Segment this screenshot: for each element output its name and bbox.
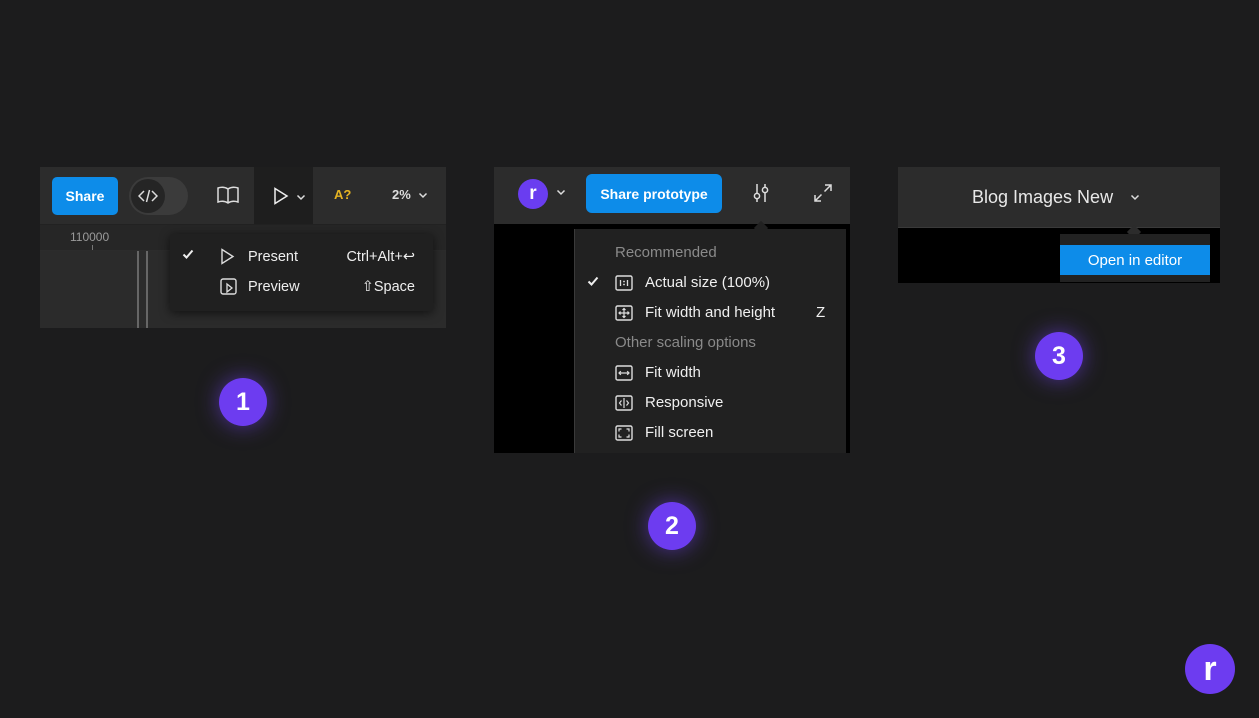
menu-item-present[interactable]: Present Ctrl+Alt+↩ (170, 242, 433, 272)
scaling-dropdown-menu: Recommended Actual size (100%) Fit width… (574, 229, 846, 453)
actual-size-icon (615, 275, 633, 291)
step-badge-3: 3 (1035, 332, 1083, 380)
menu-section-header: Other scaling options (615, 334, 756, 351)
menu-item-shortcut: Z (816, 304, 826, 321)
fill-screen-icon (615, 425, 633, 441)
share-button[interactable]: Share (52, 177, 118, 215)
menu-item-label: Preview (248, 279, 300, 295)
present-button[interactable] (254, 167, 313, 224)
play-icon (273, 187, 289, 205)
checkmark-icon (587, 275, 599, 287)
chevron-down-icon (1130, 194, 1140, 201)
open-in-editor-button[interactable]: Open in editor (1060, 245, 1210, 275)
frame-edge (137, 251, 139, 328)
brand-logo: r (1185, 644, 1235, 694)
present-dropdown-menu: Present Ctrl+Alt+↩ Preview ⇧Space (170, 234, 433, 311)
menu-item-preview[interactable]: Preview ⇧Space (170, 272, 433, 302)
menu-item-shortcut: Ctrl+Alt+↩ (346, 249, 415, 265)
checkmark-icon (182, 248, 194, 260)
expand-icon[interactable] (814, 184, 832, 202)
menu-item-responsive[interactable]: Responsive (575, 388, 846, 418)
menu-item-fit-width-and-height[interactable]: Fit width and height Z (575, 298, 846, 328)
file-title-bar[interactable]: Blog Images New (898, 167, 1220, 228)
panel-scaling-menu: r Share prototype Recommended Actual siz… (494, 167, 850, 453)
fit-width-height-icon (615, 305, 633, 321)
menu-item-label: Present (248, 249, 298, 265)
share-prototype-button[interactable]: Share prototype (586, 174, 722, 213)
ruler-label: 110000 (70, 230, 110, 244)
chevron-down-icon (419, 193, 428, 199)
file-title: Blog Images New (972, 187, 1114, 207)
toolbar: Share A? 2% (40, 167, 446, 225)
ruler-tick (92, 245, 93, 250)
menu-item-label: Actual size (100%) (645, 274, 771, 291)
avatar[interactable]: r (518, 179, 548, 209)
menu-item-label: Fit width (645, 364, 701, 381)
zoom-dropdown[interactable]: 2% (392, 187, 428, 202)
menu-item-label: Fit width and height (645, 304, 776, 321)
fit-width-icon (615, 365, 633, 381)
dev-mode-toggle[interactable] (129, 177, 188, 215)
menu-item-label: Responsive (645, 394, 724, 411)
responsive-icon (615, 395, 633, 411)
chevron-down-icon (296, 194, 306, 201)
step-badge-2: 2 (648, 502, 696, 550)
menu-item-fit-width[interactable]: Fit width (575, 358, 846, 388)
menu-item-label: Fill screen (645, 424, 714, 441)
chevron-down-icon[interactable] (556, 189, 566, 196)
menu-section-header: Recommended (615, 244, 717, 261)
settings-sliders-icon[interactable] (752, 183, 770, 203)
preview-icon (220, 278, 237, 295)
play-icon (220, 248, 235, 265)
zoom-value: 2% (392, 187, 411, 202)
book-icon[interactable] (216, 186, 240, 204)
menu-item-actual-size[interactable]: Actual size (100%) (575, 268, 846, 298)
toolbar: r Share prototype (494, 167, 850, 224)
code-icon (131, 179, 165, 213)
panel-present-menu: Share A? 2% 110000 Present Ctrl+Alt+↩ Pr… (40, 167, 446, 328)
panel-file-menu: Blog Images New Open in editor (898, 167, 1220, 283)
accessibility-check-button[interactable]: A? (334, 187, 351, 202)
step-badge-1: 1 (219, 378, 267, 426)
menu-item-fill-screen[interactable]: Fill screen (575, 418, 846, 448)
frame-edge (146, 251, 148, 328)
menu-item-shortcut: ⇧Space (361, 279, 415, 295)
